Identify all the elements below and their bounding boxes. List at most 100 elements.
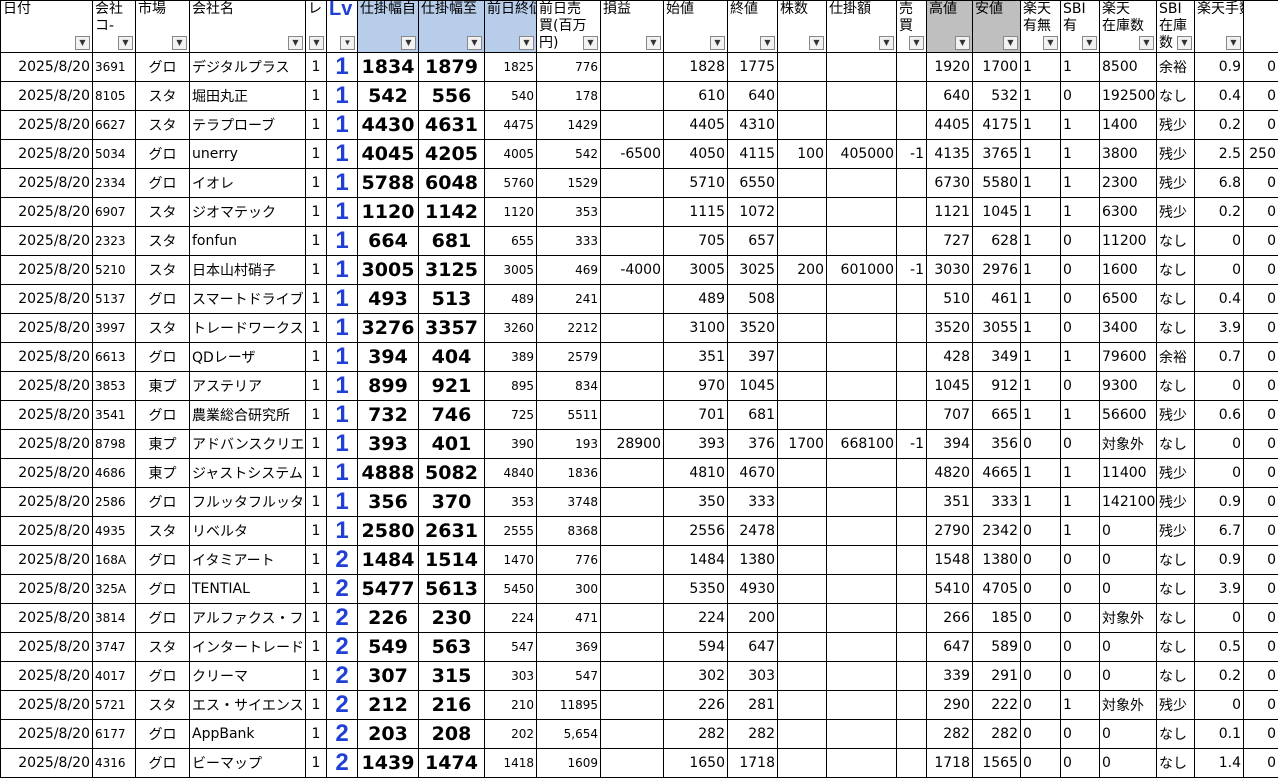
- table-cell[interactable]: 1514: [419, 546, 485, 575]
- table-cell[interactable]: 746: [419, 401, 485, 430]
- table-cell[interactable]: 1: [1021, 82, 1061, 111]
- table-cell[interactable]: [897, 604, 927, 633]
- table-cell[interactable]: 224: [485, 604, 537, 633]
- filter-dropdown-icon[interactable]: ▼: [309, 36, 324, 50]
- table-cell[interactable]: 残少: [1157, 517, 1195, 546]
- table-cell[interactable]: 0: [1100, 517, 1157, 546]
- table-cell[interactable]: グロ: [136, 169, 190, 198]
- table-cell[interactable]: 1: [306, 662, 327, 691]
- table-cell[interactable]: 4175: [973, 111, 1021, 140]
- table-cell[interactable]: 5082: [419, 459, 485, 488]
- table-cell[interactable]: 0: [1100, 633, 1157, 662]
- table-cell[interactable]: 1: [327, 401, 358, 430]
- table-cell[interactable]: 4631: [419, 111, 485, 140]
- table-cell[interactable]: [897, 111, 927, 140]
- table-cell[interactable]: 0: [1021, 517, 1061, 546]
- table-cell[interactable]: 0: [1244, 604, 1278, 633]
- table-cell[interactable]: [827, 227, 897, 256]
- table-cell[interactable]: 1609: [537, 749, 601, 778]
- table-cell[interactable]: 余裕: [1157, 343, 1195, 372]
- table-cell[interactable]: なし: [1157, 546, 1195, 575]
- table-cell[interactable]: 3.9: [1195, 575, 1244, 604]
- table-cell[interactable]: グロ: [136, 140, 190, 169]
- table-cell[interactable]: [827, 401, 897, 430]
- table-cell[interactable]: 6613: [93, 343, 136, 372]
- table-cell[interactable]: 9300: [1100, 372, 1157, 401]
- table-cell[interactable]: 2: [327, 662, 358, 691]
- table-cell[interactable]: 547: [537, 662, 601, 691]
- table-cell[interactable]: 1439: [358, 749, 419, 778]
- table-cell[interactable]: スタ: [136, 517, 190, 546]
- table-cell[interactable]: スタ: [136, 227, 190, 256]
- table-cell[interactable]: 532: [973, 82, 1021, 111]
- table-cell[interactable]: [778, 488, 827, 517]
- table-cell[interactable]: 1: [327, 227, 358, 256]
- table-cell[interactable]: [601, 343, 664, 372]
- table-cell[interactable]: 5350: [664, 575, 728, 604]
- table-cell[interactable]: 589: [973, 633, 1021, 662]
- table-cell[interactable]: 353: [485, 488, 537, 517]
- table-cell[interactable]: 200: [778, 256, 827, 285]
- table-cell[interactable]: 2025/8/20: [1, 517, 93, 546]
- table-cell[interactable]: 1: [306, 343, 327, 372]
- table-cell[interactable]: 0: [1061, 82, 1100, 111]
- table-cell[interactable]: [827, 314, 897, 343]
- table-cell[interactable]: 1: [306, 633, 327, 662]
- table-cell[interactable]: 0: [1061, 285, 1100, 314]
- table-cell[interactable]: 601000: [827, 256, 897, 285]
- table-cell[interactable]: 2.5: [1195, 140, 1244, 169]
- table-cell[interactable]: 3997: [93, 314, 136, 343]
- table-cell[interactable]: 0: [1244, 575, 1278, 604]
- table-cell[interactable]: 1400: [1100, 111, 1157, 140]
- table-cell[interactable]: [601, 314, 664, 343]
- table-cell[interactable]: 1: [306, 749, 327, 778]
- table-cell[interactable]: 0.5: [1195, 633, 1244, 662]
- table-cell[interactable]: 4405: [927, 111, 973, 140]
- table-cell[interactable]: 193: [537, 430, 601, 459]
- table-cell[interactable]: グロ: [136, 720, 190, 749]
- table-cell[interactable]: 0: [1244, 459, 1278, 488]
- table-cell[interactable]: 0: [1061, 749, 1100, 778]
- table-cell[interactable]: 1120: [485, 198, 537, 227]
- table-cell[interactable]: 3276: [358, 314, 419, 343]
- table-cell[interactable]: 1: [306, 546, 327, 575]
- table-cell[interactable]: [897, 227, 927, 256]
- table-cell[interactable]: 1115: [664, 198, 728, 227]
- table-cell[interactable]: 日本山村硝子: [190, 256, 306, 285]
- table-cell[interactable]: 2025/8/20: [1, 82, 93, 111]
- table-cell[interactable]: 216: [419, 691, 485, 720]
- table-cell[interactable]: [601, 749, 664, 778]
- table-cell[interactable]: 0: [1244, 430, 1278, 459]
- table-cell[interactable]: 8500: [1100, 53, 1157, 82]
- table-cell[interactable]: なし: [1157, 720, 1195, 749]
- table-cell[interactable]: 339: [927, 662, 973, 691]
- table-cell[interactable]: 1: [1061, 198, 1100, 227]
- table-cell[interactable]: なし: [1157, 314, 1195, 343]
- table-cell[interactable]: 4205: [419, 140, 485, 169]
- table-cell[interactable]: 668100: [827, 430, 897, 459]
- table-cell[interactable]: 394: [927, 430, 973, 459]
- table-cell[interactable]: 残少: [1157, 169, 1195, 198]
- table-cell[interactable]: [778, 691, 827, 720]
- table-cell[interactable]: [827, 662, 897, 691]
- table-cell[interactable]: 6730: [927, 169, 973, 198]
- table-cell[interactable]: 725: [485, 401, 537, 430]
- table-cell[interactable]: 3691: [93, 53, 136, 82]
- table-cell[interactable]: 640: [728, 82, 778, 111]
- filter-dropdown-icon[interactable]: ▼: [340, 36, 355, 50]
- table-cell[interactable]: 1: [327, 372, 358, 401]
- table-cell[interactable]: 461: [973, 285, 1021, 314]
- table-cell[interactable]: 1380: [973, 546, 1021, 575]
- table-cell[interactable]: スタ: [136, 111, 190, 140]
- table-cell[interactable]: [827, 459, 897, 488]
- table-cell[interactable]: 4017: [93, 662, 136, 691]
- table-cell[interactable]: グロ: [136, 343, 190, 372]
- table-cell[interactable]: 2: [327, 691, 358, 720]
- table-cell[interactable]: 168A: [93, 546, 136, 575]
- table-cell[interactable]: 対象外: [1100, 691, 1157, 720]
- table-cell[interactable]: 2025/8/20: [1, 488, 93, 517]
- table-cell[interactable]: 5710: [664, 169, 728, 198]
- table-cell[interactable]: フルッタフルッタ: [190, 488, 306, 517]
- table-cell[interactable]: 東プ: [136, 372, 190, 401]
- table-cell[interactable]: [778, 372, 827, 401]
